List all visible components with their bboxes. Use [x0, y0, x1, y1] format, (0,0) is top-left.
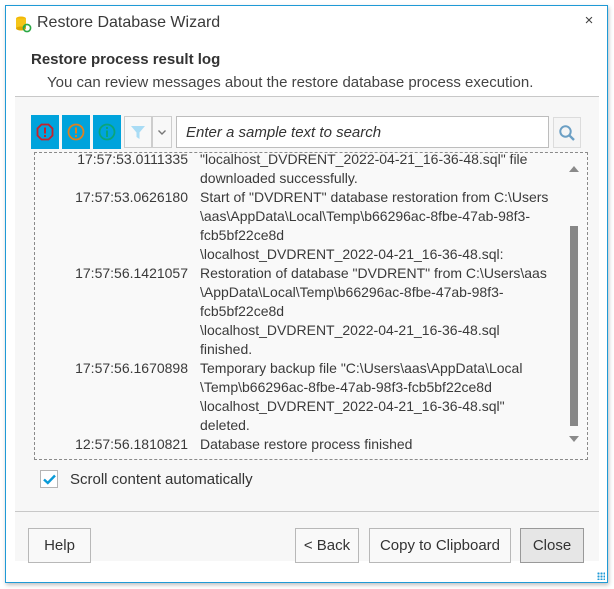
log-entry-time: 17:57:53.0111335: [77, 152, 188, 167]
search-button[interactable]: [553, 117, 581, 148]
back-button[interactable]: < Back: [295, 528, 359, 563]
close-button[interactable]: Close: [520, 528, 584, 563]
log-message-line: finished.: [200, 341, 253, 357]
scrollbar-thumb[interactable]: [570, 226, 578, 426]
auto-scroll-checkbox[interactable]: [40, 470, 58, 488]
log-entry-time: 17:57:56.1670898: [75, 360, 188, 376]
log-list: 17:57:53.0111335 "localhost_DVDRENT_2022-…: [35, 152, 565, 454]
log-toolbar: [31, 115, 585, 149]
content-panel: 17:57:53.0111335 "localhost_DVDRENT_2022-…: [15, 96, 599, 563]
log-entry: 17:57:53.0626180 Start of "DVDRENT" datab…: [35, 188, 565, 264]
page-title: Restore process result log: [31, 51, 221, 68]
log-entry: 17:57:53.0111335 "localhost_DVDRENT_2022-…: [35, 152, 565, 188]
auto-scroll-option[interactable]: Scroll content automatically: [40, 470, 253, 488]
log-message-line: fcb5bf22ce8d: [200, 227, 285, 243]
scroll-down-arrow[interactable]: [569, 436, 579, 442]
log-message-line: \AppData\Local\Temp\b66296ac-8fbe-47ab-9…: [200, 284, 504, 300]
show-errors-button[interactable]: [31, 115, 59, 149]
error-icon: [36, 123, 54, 141]
log-message-line: \aas\AppData\Local\Temp\b66296ac-8fbe-47…: [200, 208, 530, 224]
log-message-line: downloaded successfully.: [200, 170, 358, 186]
log-entry-time: 17:57:56.1421057: [75, 265, 188, 281]
log-entry-message: Temporary backup file "C:\Users\aas\AppD…: [200, 359, 530, 435]
window-title: Restore Database Wizard: [37, 14, 221, 31]
log-entry: 17:57:56.1421057 Restoration of database …: [35, 264, 565, 359]
log-message-line: Start of "DVDRENT" database restoration …: [200, 189, 549, 205]
title-bar: Restore Database Wizard ×: [6, 6, 607, 40]
database-restore-icon: [16, 16, 32, 33]
log-entry-message: Database restore process finished: [200, 435, 530, 454]
log-message-line: fcb5bf22ce8d: [200, 303, 285, 319]
copy-to-clipboard-button[interactable]: Copy to Clipboard: [369, 528, 511, 563]
footer-divider: [15, 511, 599, 512]
auto-scroll-label: Scroll content automatically: [70, 470, 253, 488]
scroll-up-arrow[interactable]: [569, 166, 579, 172]
log-message-line: \localhost_DVDRENT_2022-04-21_16-36-48.s…: [200, 246, 504, 262]
filter-dropdown-button[interactable]: [152, 116, 172, 148]
filter-icon: [131, 126, 145, 139]
help-button[interactable]: Help: [28, 528, 91, 563]
log-entry: 17:57:56.1670898 Temporary backup file "C…: [35, 359, 565, 435]
search-input[interactable]: [176, 116, 549, 148]
log-message-line: Database restore process finished: [200, 436, 413, 452]
resize-grip[interactable]: [597, 572, 605, 580]
close-icon[interactable]: ×: [581, 12, 597, 29]
filter-button[interactable]: [124, 116, 152, 148]
page-description: You can review messages about the restor…: [47, 74, 534, 91]
log-message-line: \localhost_DVDRENT_2022-04-21_16-36-48.s…: [200, 322, 500, 338]
log-entry-time: 17:57:53.0626180: [75, 189, 188, 205]
result-log[interactable]: 17:57:53.0111335 "localhost_DVDRENT_2022-…: [34, 152, 588, 460]
search-icon: [559, 124, 575, 141]
log-entry: 12:57:56.1810821 Database restore process…: [35, 435, 565, 454]
show-info-button[interactable]: [93, 115, 121, 149]
log-message-line: Restoration of database "DVDRENT" from C…: [200, 265, 547, 281]
show-warnings-button[interactable]: [62, 115, 90, 149]
log-entry-time: 12:57:56.1810821: [75, 436, 188, 452]
restore-database-wizard-window: Restore Database Wizard × Restore proces…: [5, 5, 608, 583]
log-message-line: \localhost_DVDRENT_2022-04-21_16-36-48.s…: [200, 398, 505, 414]
checkmark-icon: [42, 474, 56, 485]
log-entry-message: "localhost_DVDRENT_2022-04-21_16-36-48.s…: [200, 152, 530, 188]
log-entry-message: Start of "DVDRENT" database restoration …: [200, 188, 549, 264]
log-message-line: "localhost_DVDRENT_2022-04-21_16-36-48.s…: [200, 152, 528, 167]
log-message-line: Temporary backup file "C:\Users\aas\AppD…: [200, 360, 523, 376]
log-message-line: \Temp\b66296ac-8fbe-47ab-98f3-fcb5bf22ce…: [200, 379, 492, 395]
warning-icon: [67, 123, 85, 141]
info-icon: [98, 123, 116, 141]
log-entry-message: Restoration of database "DVDRENT" from C…: [200, 264, 547, 359]
chevron-down-icon: [158, 129, 166, 135]
log-message-line: deleted.: [200, 417, 250, 433]
